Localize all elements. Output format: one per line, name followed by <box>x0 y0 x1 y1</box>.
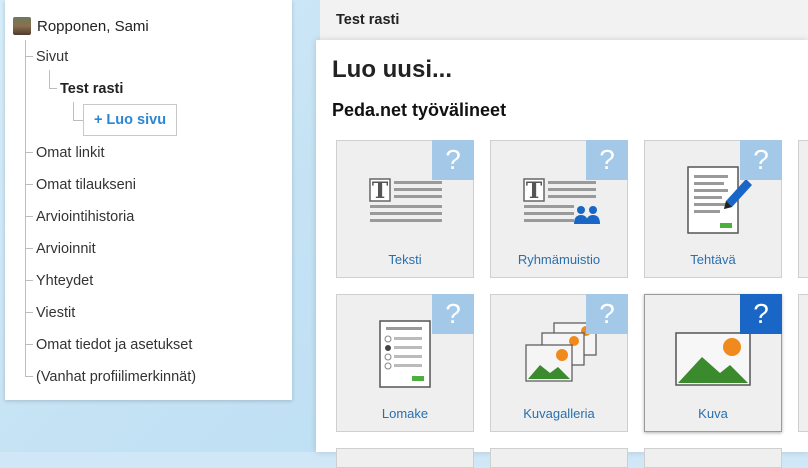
help-icon[interactable]: ? <box>586 140 628 180</box>
tile-partial[interactable] <box>336 448 474 468</box>
tile-lomake[interactable]: ? Lomake <box>336 294 474 432</box>
create-new-dialog: Luo uusi... Peda.net työvälineet T ? Tek… <box>316 40 808 468</box>
tree-item-arviointihistoria[interactable]: Arviointihistoria <box>36 207 134 227</box>
page-tree-panel: Ropponen, Sami Sivut Test rasti + Luo si… <box>5 0 292 400</box>
tree-item-omat-linkit[interactable]: Omat linkit <box>36 143 105 163</box>
tile-ryhmamuistio[interactable]: T ? Ryhmämuistio <box>490 140 628 278</box>
tree-item-vanhat-profiilimerkinnat[interactable]: (Vanhat profiilimerkinnät) <box>36 367 196 387</box>
tree-branch <box>25 216 33 217</box>
tree-item-omat-tiedot[interactable]: Omat tiedot ja asetukset <box>36 335 192 355</box>
tree-branch <box>25 376 33 377</box>
help-icon[interactable]: ? <box>740 294 782 334</box>
tree-item-sivut[interactable]: Sivut <box>36 47 68 67</box>
help-icon[interactable]: ? <box>586 294 628 334</box>
tile-partial[interactable] <box>798 294 808 432</box>
tree-item-omat-tilaukseni[interactable]: Omat tilaukseni <box>36 175 136 195</box>
help-icon[interactable]: ? <box>432 294 474 334</box>
tree-branch <box>25 280 33 281</box>
tree-connector <box>49 70 50 88</box>
user-name: Ropponen, Sami <box>37 17 149 35</box>
tile-teksti[interactable]: T ? Teksti <box>336 140 474 278</box>
tree-branch <box>25 56 33 57</box>
help-icon[interactable]: ? <box>740 140 782 180</box>
tree-branch <box>25 344 33 345</box>
tile-label: Lomake <box>381 406 429 421</box>
tile-partial[interactable] <box>490 448 628 468</box>
tile-label: Teksti <box>388 252 422 267</box>
tile-label: Kuva <box>698 406 728 421</box>
tile-partial[interactable] <box>644 448 782 468</box>
tile-tehtava[interactable]: ? Tehtävä <box>644 140 782 278</box>
tree-item-viestit[interactable]: Viestit <box>36 303 75 323</box>
dialog-title: Luo uusi... <box>332 56 452 83</box>
svg-text:T: T <box>372 178 389 204</box>
tile-partial[interactable] <box>798 140 808 278</box>
tile-label: Ryhmämuistio <box>517 252 601 267</box>
tree-item-yhteydet[interactable]: Yhteydet <box>36 271 93 291</box>
tree-branch <box>25 184 33 185</box>
tree-branch <box>25 248 33 249</box>
help-icon[interactable]: ? <box>432 140 474 180</box>
section-title: Peda.net työvälineet <box>332 100 507 120</box>
tree-branch <box>49 88 57 89</box>
page-header-bar: Test rasti <box>320 0 808 41</box>
avatar <box>13 17 31 35</box>
tree-connector <box>73 102 74 120</box>
add-page-button[interactable]: + Luo sivu <box>83 104 177 136</box>
tile-label: Kuvagalleria <box>523 406 595 421</box>
tree-branch <box>25 152 33 153</box>
svg-text:T: T <box>526 178 543 204</box>
tree-branch <box>25 312 33 313</box>
tile-kuva[interactable]: ? Kuva <box>644 294 782 432</box>
tile-label: Tehtävä <box>690 252 736 267</box>
tree-item-arvioinnit[interactable]: Arvioinnit <box>36 239 96 259</box>
tile-kuvagalleria[interactable]: ? Kuvagalleria <box>490 294 628 432</box>
page-title: Test rasti <box>336 12 400 28</box>
tree-item-test-rasti[interactable]: Test rasti <box>60 79 123 99</box>
tree-user-row[interactable]: Ropponen, Sami <box>13 15 149 37</box>
tree-branch <box>73 120 83 121</box>
tree-connector <box>25 40 26 376</box>
